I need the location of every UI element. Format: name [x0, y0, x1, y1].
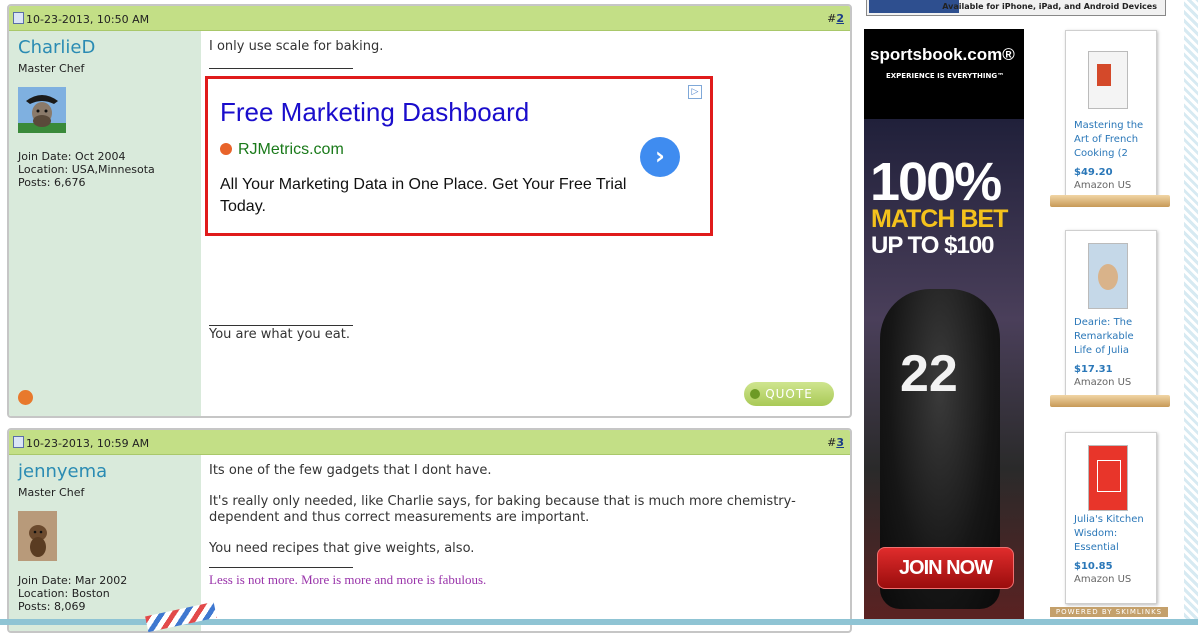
chevron-right-icon[interactable]: ›	[640, 137, 680, 177]
user-title: Master Chef	[18, 486, 85, 499]
book-card[interactable]: Dearie: The Remarkable Life of Julia $17…	[1065, 230, 1157, 400]
post-message: I only use scale for baking.	[209, 39, 384, 54]
jersey-number: 22	[900, 345, 958, 403]
post-paragraph: It's really only needed, like Charlie sa…	[209, 494, 796, 525]
sportsbook-logo: sportsbook.com®	[870, 45, 1015, 64]
book-cover-icon[interactable]	[1088, 445, 1128, 511]
username-link[interactable]: jennyema	[18, 461, 107, 482]
post-number-link[interactable]: 3	[836, 436, 844, 449]
post-number-link[interactable]: 2	[836, 12, 844, 25]
adchoices-icon[interactable]: ▷	[688, 85, 702, 99]
join-date: Join Date: Oct 2004	[18, 150, 126, 163]
forum-post: 10-23-2013, 10:59 AM #3 jennyema Master …	[7, 428, 852, 633]
ad-description: All Your Marketing Data in One Place. Ge…	[220, 176, 627, 215]
post-paragraph: You need recipes that give weights, also…	[209, 541, 475, 556]
avatar[interactable]	[18, 511, 57, 561]
post-content: Its one of the few gadgets that I dont h…	[209, 455, 842, 631]
join-now-button[interactable]: JOIN NOW	[877, 547, 1014, 589]
user-title: Master Chef	[18, 62, 85, 75]
book-title[interactable]: Dearie: The Remarkable Life of Julia	[1074, 316, 1154, 358]
online-status-icon	[18, 390, 33, 405]
signature: Less is not more. More is more and more …	[209, 572, 487, 587]
post-number: #3	[827, 436, 844, 449]
pirate-avatar-icon	[18, 87, 66, 133]
quote-icon	[750, 389, 760, 399]
post-content: I only use scale for baking. ▷ Free Mark…	[205, 31, 842, 416]
ad-url[interactable]: RJMetrics.com	[220, 141, 344, 159]
book-price: $49.20	[1074, 167, 1113, 178]
post-icon	[13, 436, 24, 448]
book-store: Amazon US	[1074, 574, 1132, 585]
app-banner-text: Available for iPhone, iPad, and Android …	[942, 2, 1157, 11]
join-date: Join Date: Mar 2002	[18, 574, 128, 587]
divider	[209, 68, 353, 69]
user-panel: CharlieD Master Chef Join Date: Oct 2004…	[9, 31, 201, 416]
book-card[interactable]: Julia's Kitchen Wisdom: Essential $10.85…	[1065, 432, 1157, 604]
ad-offer: UP TO $100	[871, 232, 995, 259]
ad-headline: 100%	[870, 152, 1002, 212]
signature-divider	[209, 567, 353, 568]
username-link[interactable]: CharlieD	[18, 37, 95, 58]
forum-post: 10-23-2013, 10:50 AM #2 CharlieD Master …	[7, 4, 852, 418]
ad-subheadline: MATCH BET	[871, 205, 1008, 233]
location: Location: Boston	[18, 587, 110, 600]
post-paragraph: Its one of the few gadgets that I dont h…	[209, 463, 492, 478]
location: Location: USA,Minnesota	[18, 163, 155, 176]
rjmetrics-logo-icon	[220, 143, 232, 155]
sportsbook-ad[interactable]: sportsbook.com® EXPERIENCE IS EVERYTHING…	[864, 29, 1024, 619]
user-stats: Join Date: Oct 2004 Location: USA,Minnes…	[18, 150, 155, 189]
shelf	[1050, 395, 1170, 407]
book-price: $10.85	[1074, 561, 1113, 572]
post-number: #2	[827, 12, 844, 25]
book-cover-icon[interactable]	[1088, 51, 1128, 109]
book-title[interactable]: Mastering the Art of French Cooking (2	[1074, 119, 1154, 161]
sponsored-ad[interactable]: ▷ Free Marketing Dashboard RJMetrics.com…	[205, 76, 713, 236]
post-header: 10-23-2013, 10:59 AM #3	[9, 430, 850, 455]
app-banner-ad[interactable]: Available for iPhone, iPad, and Android …	[866, 0, 1166, 16]
dog-avatar-icon	[18, 511, 57, 561]
avatar[interactable]	[18, 87, 66, 133]
post-count: Posts: 8,069	[18, 600, 86, 613]
post-header: 10-23-2013, 10:50 AM #2	[9, 6, 850, 31]
signature: You are what you eat.	[209, 327, 350, 342]
book-price: $17.31	[1074, 364, 1113, 375]
page-border-decoration	[1184, 0, 1198, 625]
post-icon	[13, 12, 24, 24]
post-count: Posts: 6,676	[18, 176, 86, 189]
quote-button[interactable]: QUOTE	[744, 382, 834, 406]
post-date: 10-23-2013, 10:59 AM	[13, 436, 149, 450]
book-store: Amazon US	[1074, 180, 1132, 191]
signature-divider	[209, 325, 353, 326]
user-panel: jennyema Master Chef Join Date: Mar 2002…	[9, 455, 201, 631]
book-store: Amazon US	[1074, 377, 1132, 388]
post-message: Its one of the few gadgets that I dont h…	[209, 463, 829, 557]
book-card[interactable]: Mastering the Art of French Cooking (2 $…	[1065, 30, 1157, 200]
sportsbook-tagline: EXPERIENCE IS EVERYTHING™	[886, 72, 1005, 80]
book-title[interactable]: Julia's Kitchen Wisdom: Essential	[1074, 513, 1154, 555]
powered-by-skimlinks[interactable]: POWERED BY SKIMLINKS	[1050, 607, 1168, 617]
book-cover-icon[interactable]	[1088, 243, 1128, 309]
ad-title[interactable]: Free Marketing Dashboard	[220, 97, 529, 128]
user-stats: Join Date: Mar 2002 Location: Boston Pos…	[18, 574, 127, 613]
post-date: 10-23-2013, 10:50 AM	[13, 12, 149, 26]
shelf	[1050, 195, 1170, 207]
